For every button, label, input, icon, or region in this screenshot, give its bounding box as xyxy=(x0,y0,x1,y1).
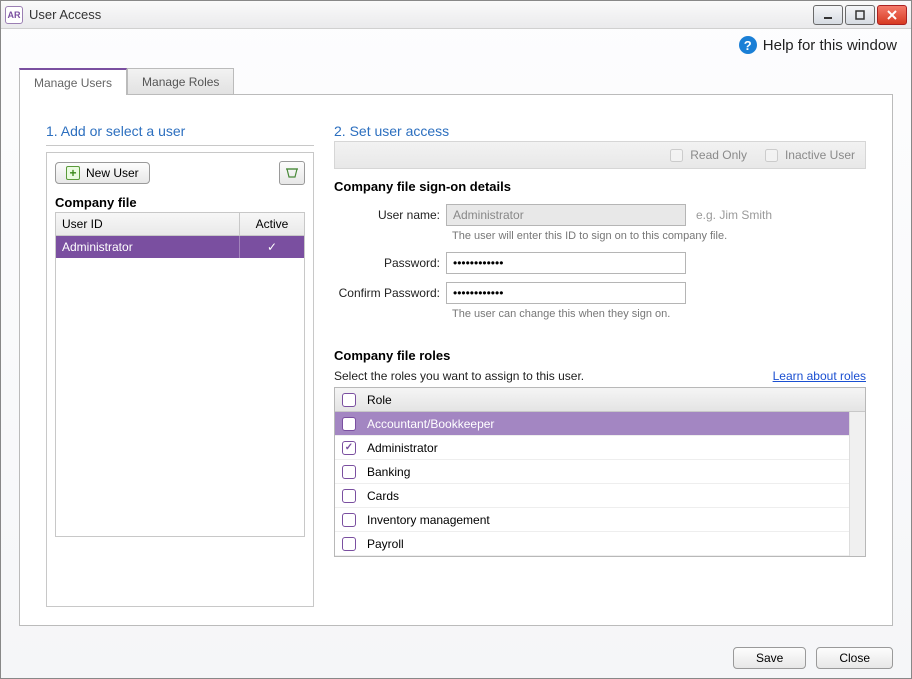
help-row: ? Help for this window xyxy=(1,29,911,61)
role-name: Accountant/Bookkeeper xyxy=(367,417,494,431)
role-checkbox[interactable] xyxy=(342,489,356,503)
read-only-input[interactable] xyxy=(670,149,683,162)
save-button[interactable]: Save xyxy=(733,647,806,669)
role-row[interactable]: Accountant/Bookkeeper xyxy=(335,412,865,436)
roles-desc: Select the roles you want to assign to t… xyxy=(334,369,584,383)
company-file-label: Company file xyxy=(55,195,305,210)
role-checkbox[interactable] xyxy=(342,465,356,479)
right-column: 2. Set user access Read Only Inactive Us… xyxy=(334,123,866,607)
role-checkbox[interactable] xyxy=(342,513,356,527)
signon-group-title: Company file sign-on details xyxy=(334,179,866,194)
close-window-button[interactable] xyxy=(877,5,907,25)
username-example: e.g. Jim Smith xyxy=(696,208,772,222)
window: AR User Access ? Help for this window Ma… xyxy=(0,0,912,679)
app-icon: AR xyxy=(5,6,23,24)
inactive-user-checkbox[interactable]: Inactive User xyxy=(761,146,855,165)
new-user-label: New User xyxy=(86,166,139,180)
roles-scrollbar[interactable] xyxy=(849,412,865,556)
window-title: User Access xyxy=(29,7,101,22)
roles-group-title: Company file roles xyxy=(334,348,866,363)
close-button-label: Close xyxy=(839,651,870,665)
panel: 1. Add or select a user + New User Compa… xyxy=(19,95,893,626)
user-row[interactable]: Administrator✓ xyxy=(56,236,304,258)
left-column: 1. Add or select a user + New User Compa… xyxy=(46,123,314,607)
inactive-user-label: Inactive User xyxy=(785,148,855,162)
role-row[interactable]: Cards xyxy=(335,484,865,508)
username-label: User name: xyxy=(334,208,446,222)
role-name: Payroll xyxy=(367,537,404,551)
role-row[interactable]: Administrator xyxy=(335,436,865,460)
role-row[interactable]: Inventory management xyxy=(335,508,865,532)
titlebar: AR User Access xyxy=(1,1,911,29)
inactive-user-input[interactable] xyxy=(765,149,778,162)
roles-table: Role Accountant/Bookkeeper Administrator B… xyxy=(334,387,866,557)
tabs: Manage Users Manage Roles xyxy=(19,65,893,95)
plus-icon: + xyxy=(66,166,80,180)
user-row-active: ✓ xyxy=(240,236,304,258)
user-table-body: Administrator✓ xyxy=(56,236,304,536)
right-section-title: 2. Set user access xyxy=(334,123,866,141)
help-link[interactable]: Help for this window xyxy=(763,37,897,54)
password-label: Password: xyxy=(334,256,446,270)
role-name: Banking xyxy=(367,465,410,479)
delete-user-button[interactable] xyxy=(279,161,305,185)
roles-col-header[interactable]: Role xyxy=(367,393,392,407)
password-field[interactable] xyxy=(446,252,686,274)
help-icon[interactable]: ? xyxy=(739,36,757,54)
left-section-title: 1. Add or select a user xyxy=(46,123,314,146)
save-button-label: Save xyxy=(756,651,783,665)
tab-manage-roles[interactable]: Manage Roles xyxy=(127,68,234,94)
confirm-password-label: Confirm Password: xyxy=(334,286,446,300)
access-options-bar: Read Only Inactive User xyxy=(334,141,866,169)
role-row[interactable]: Banking xyxy=(335,460,865,484)
role-name: Administrator xyxy=(367,441,438,455)
password-hint: The user can change this when they sign … xyxy=(452,308,866,320)
learn-about-roles-link[interactable]: Learn about roles xyxy=(773,369,866,383)
minimize-button[interactable] xyxy=(813,5,843,25)
username-field[interactable] xyxy=(446,204,686,226)
read-only-label: Read Only xyxy=(690,148,747,162)
role-row[interactable]: Payroll xyxy=(335,532,865,556)
col-user-id[interactable]: User ID xyxy=(56,213,240,235)
new-user-button[interactable]: + New User xyxy=(55,162,150,184)
tab-manage-users[interactable]: Manage Users xyxy=(19,68,127,95)
user-row-id: Administrator xyxy=(56,236,240,258)
role-checkbox[interactable] xyxy=(342,417,356,431)
read-only-checkbox[interactable]: Read Only xyxy=(666,146,747,165)
roles-select-all-checkbox[interactable] xyxy=(342,393,356,407)
maximize-button[interactable] xyxy=(845,5,875,25)
user-table: User ID Active Administrator✓ xyxy=(55,212,305,537)
role-name: Inventory management xyxy=(367,513,490,527)
footer: Save Close xyxy=(1,638,911,678)
close-button[interactable]: Close xyxy=(816,647,893,669)
left-inner: + New User Company file User ID Active A… xyxy=(46,152,314,607)
confirm-password-field[interactable] xyxy=(446,282,686,304)
role-checkbox[interactable] xyxy=(342,537,356,551)
col-active[interactable]: Active xyxy=(240,213,304,235)
username-hint: The user will enter this ID to sign on t… xyxy=(452,230,866,242)
role-checkbox[interactable] xyxy=(342,441,356,455)
role-name: Cards xyxy=(367,489,399,503)
